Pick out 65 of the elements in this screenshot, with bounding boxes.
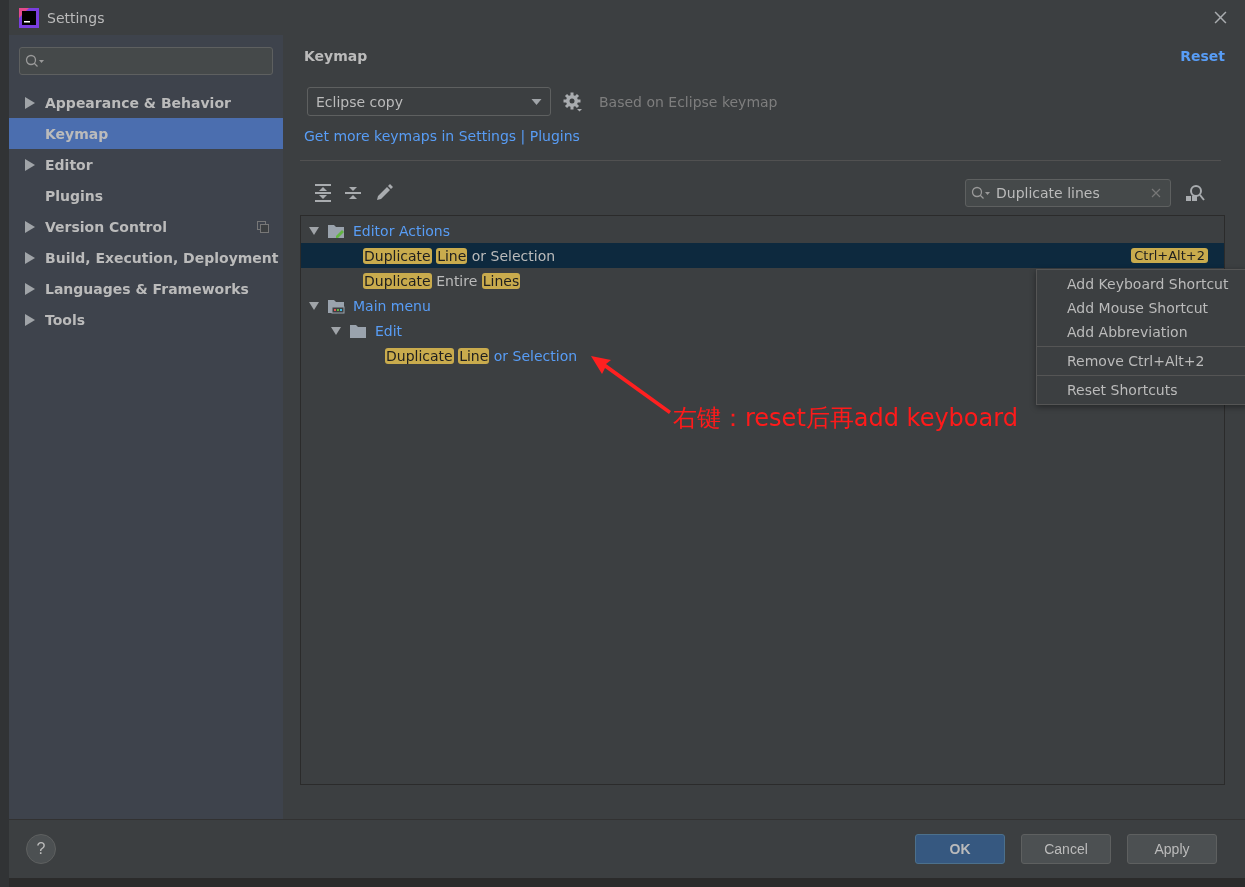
action-label: Editor Actions <box>353 222 451 239</box>
sidebar-item[interactable]: Appearance & Behavior <box>9 87 283 118</box>
caret-icon <box>531 98 542 105</box>
search-icon <box>971 186 991 200</box>
help-button[interactable]: ? <box>26 834 56 864</box>
sidebar-label: Version Control <box>45 218 168 235</box>
sidebar-label: Editor <box>45 156 94 173</box>
sidebar-label: Build, Execution, Deployment <box>45 249 280 266</box>
dialog-button[interactable]: Cancel <box>1021 834 1111 864</box>
sidebar-label: Appearance & Behavior <box>45 94 232 111</box>
search-field[interactable] <box>19 47 273 75</box>
annotation-text: 右键：reset后再add keyboard <box>673 403 1018 434</box>
menu-item[interactable]: Remove Ctrl+Alt+2 <box>1037 349 1245 373</box>
dialog-button[interactable]: OK <box>915 834 1005 864</box>
menu-item[interactable]: Add Mouse Shortcut <box>1037 296 1245 320</box>
menu-item[interactable]: Reset Shortcuts <box>1037 378 1245 402</box>
expand-arrow-icon[interactable] <box>25 313 35 326</box>
sidebar-item[interactable]: Plugins <box>9 180 283 211</box>
tree-row[interactable]: Duplicate Line or Selection Ctrl+Alt+2 <box>301 243 1224 268</box>
page-title: Keymap <box>304 48 368 64</box>
expand-arrow-icon[interactable] <box>25 282 35 295</box>
find-shortcut-icon[interactable] <box>1185 184 1205 202</box>
folder-icon <box>349 322 367 339</box>
expand-arrow-icon[interactable] <box>25 220 35 233</box>
window-title: Settings <box>47 9 105 26</box>
sidebar-item[interactable]: Build, Execution, Deployment <box>9 242 283 273</box>
sidebar-label: Keymap <box>45 125 110 142</box>
expand-all-icon[interactable] <box>315 184 331 202</box>
expand-arrow-icon[interactable] <box>309 225 319 236</box>
dialog-button[interactable]: Apply <box>1127 834 1217 864</box>
settings-icon[interactable] <box>563 91 583 112</box>
based-on-label: Based on Eclipse keymap <box>599 93 778 110</box>
sidebar-item[interactable]: Editor <box>9 149 283 180</box>
collapse-all-icon[interactable] <box>345 184 361 202</box>
expand-arrow-icon[interactable] <box>25 96 35 109</box>
action-label: Main menu <box>353 297 431 314</box>
folder-icon <box>327 297 345 314</box>
edit-icon[interactable] <box>375 184 393 202</box>
sidebar-item[interactable]: Tools <box>9 304 283 335</box>
tree-row[interactable]: Editor Actions <box>301 218 1224 243</box>
action-label: Duplicate Line or Selection <box>363 247 556 264</box>
sidebar-label: Tools <box>45 311 87 328</box>
shortcut-badge: Ctrl+Alt+2 <box>1131 248 1208 263</box>
sidebar-label: Languages & Frameworks <box>45 280 250 297</box>
keymap-dropdown[interactable]: Eclipse copy <box>307 87 551 116</box>
expand-arrow-icon[interactable] <box>25 251 35 264</box>
menu-item[interactable]: Add Keyboard Shortcut <box>1037 272 1245 296</box>
menu-item[interactable]: Add Abbreviation <box>1037 320 1245 344</box>
sidebar-item[interactable]: Keymap <box>9 118 283 149</box>
expand-arrow-icon[interactable] <box>309 300 319 311</box>
expand-arrow-icon[interactable] <box>331 325 341 336</box>
action-label: Duplicate Entire Lines <box>363 272 521 289</box>
copy-icon <box>257 220 269 233</box>
search-icon <box>25 54 45 68</box>
folder-icon <box>327 222 345 239</box>
search-field[interactable]: Duplicate lines <box>965 179 1171 207</box>
action-label: Duplicate Line or Selection <box>385 347 578 364</box>
reset-link[interactable]: Reset <box>1180 48 1225 64</box>
sidebar-item[interactable]: Languages & Frameworks <box>9 273 283 304</box>
sidebar-label: Plugins <box>45 187 105 204</box>
action-label: Edit <box>375 322 403 339</box>
expand-arrow-icon[interactable] <box>25 158 35 171</box>
plugins-link[interactable]: Get more keymaps in Settings | Plugins <box>304 128 580 144</box>
sidebar-item[interactable]: Version Control <box>9 211 283 242</box>
app-logo-icon <box>19 7 39 28</box>
